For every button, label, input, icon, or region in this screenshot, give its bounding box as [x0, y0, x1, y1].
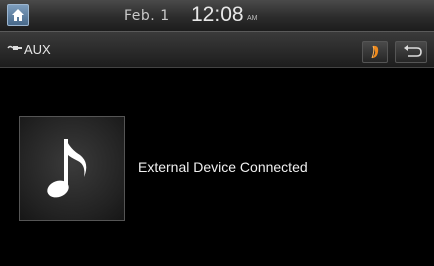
ampm-indicator: AM [247, 15, 258, 22]
home-button[interactable] [7, 4, 29, 26]
source-label: AUX [24, 42, 51, 57]
sound-settings-button[interactable] [362, 41, 388, 63]
music-note-icon [47, 139, 87, 198]
album-art [19, 116, 125, 221]
aux-cable-icon [7, 45, 22, 50]
time-display: 12:08 [191, 3, 244, 26]
date-display: Feb. 1 [124, 8, 170, 24]
back-arrow-icon [404, 45, 422, 57]
connection-status-message: External Device Connected [138, 159, 308, 175]
home-icon [12, 9, 24, 21]
status-bar: Feb. 1 12:08 AM [0, 0, 434, 32]
sound-settings-icon [371, 45, 379, 59]
back-button[interactable] [395, 41, 427, 63]
